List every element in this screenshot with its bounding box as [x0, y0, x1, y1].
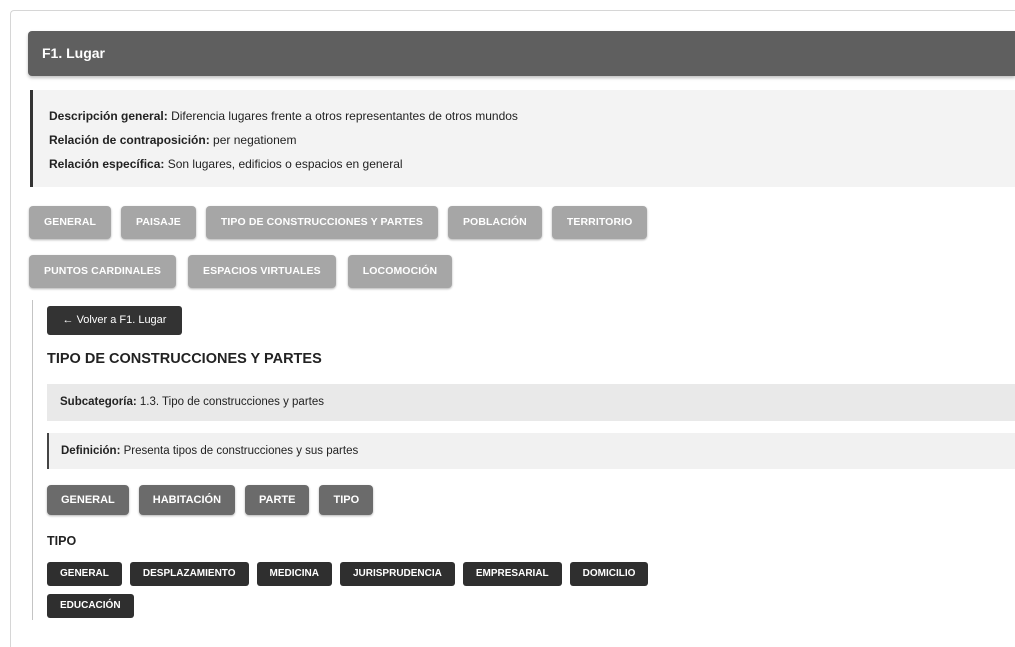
- tipo-buttons-row1: GENERAL DESPLAZAMIENTO MEDICINA JURISPRU…: [47, 562, 649, 586]
- subtabs-row: GENERAL HABITACIÓN PARTE TIPO: [47, 485, 374, 515]
- subtab-button[interactable]: TIPO: [319, 485, 374, 515]
- tipo-button[interactable]: DESPLAZAMIENTO: [129, 562, 249, 586]
- subtab-button[interactable]: PARTE: [245, 485, 310, 515]
- category-tabs-row1: GENERAL PAISAJE TIPO DE CONSTRUCCIONES Y…: [29, 206, 648, 239]
- tipo-button[interactable]: JURISPRUDENCIA: [339, 562, 455, 586]
- contraposition-value: per negationem: [213, 133, 297, 147]
- subtab-button[interactable]: HABITACIÓN: [138, 485, 236, 515]
- definition-box: Definición: Presenta tipos de construcci…: [47, 433, 1015, 469]
- category-button[interactable]: PAISAJE: [121, 206, 196, 239]
- specific-relation-label: Relación específica:: [49, 157, 165, 171]
- tipo-buttons-row2: EDUCACIÓN: [47, 594, 134, 618]
- definition-label: Definición:: [61, 445, 121, 457]
- general-description: Descripción general: Diferencia lugares …: [49, 104, 1015, 128]
- subtab-button[interactable]: GENERAL: [47, 485, 129, 515]
- category-button[interactable]: TIPO DE CONSTRUCCIONES Y PARTES: [205, 206, 438, 239]
- tipo-button[interactable]: GENERAL: [47, 562, 122, 586]
- category-tabs-row2: PUNTOS CARDINALES ESPACIOS VIRTUALES LOC…: [29, 255, 453, 288]
- category-button[interactable]: GENERAL: [29, 206, 112, 239]
- tipo-heading: TIPO: [47, 534, 77, 548]
- category-button[interactable]: LOCOMOCIÓN: [347, 255, 453, 288]
- category-header: F1. Lugar: [28, 31, 1015, 76]
- subcategory-title: TIPO DE CONSTRUCCIONES Y PARTES: [47, 351, 322, 367]
- category-button[interactable]: POBLACIÓN: [447, 206, 542, 239]
- tipo-button[interactable]: DOMICILIO: [569, 562, 649, 586]
- specific-relation: Relación específica: Son lugares, edific…: [49, 152, 1015, 176]
- tipo-button[interactable]: EDUCACIÓN: [47, 594, 134, 618]
- contraposition-label: Relación de contraposición:: [49, 133, 210, 147]
- back-button[interactable]: ← Volver a F1. Lugar: [47, 306, 182, 335]
- category-title: F1. Lugar: [42, 45, 106, 61]
- subcategory-box: Subcategoría: 1.3. Tipo de construccione…: [47, 384, 1015, 421]
- tipo-button[interactable]: MEDICINA: [256, 562, 332, 586]
- detail-panel-border: [32, 300, 33, 620]
- contraposition-relation: Relación de contraposición: per negation…: [49, 128, 1015, 152]
- category-button[interactable]: TERRITORIO: [551, 206, 648, 239]
- tipo-button[interactable]: EMPRESARIAL: [462, 562, 562, 586]
- category-button[interactable]: ESPACIOS VIRTUALES: [188, 255, 336, 288]
- general-description-value: Diferencia lugares frente a otros repres…: [171, 109, 518, 123]
- subcategory-value: 1.3. Tipo de construcciones y partes: [139, 396, 324, 408]
- general-description-label: Descripción general:: [49, 109, 168, 123]
- subcategory-label: Subcategoría:: [60, 396, 137, 408]
- definition-value: Presenta tipos de construcciones y sus p…: [123, 445, 359, 457]
- specific-relation-value: Son lugares, edificios o espacios en gen…: [167, 157, 403, 171]
- category-button[interactable]: PUNTOS CARDINALES: [29, 255, 177, 288]
- description-box: Descripción general: Diferencia lugares …: [30, 90, 1015, 187]
